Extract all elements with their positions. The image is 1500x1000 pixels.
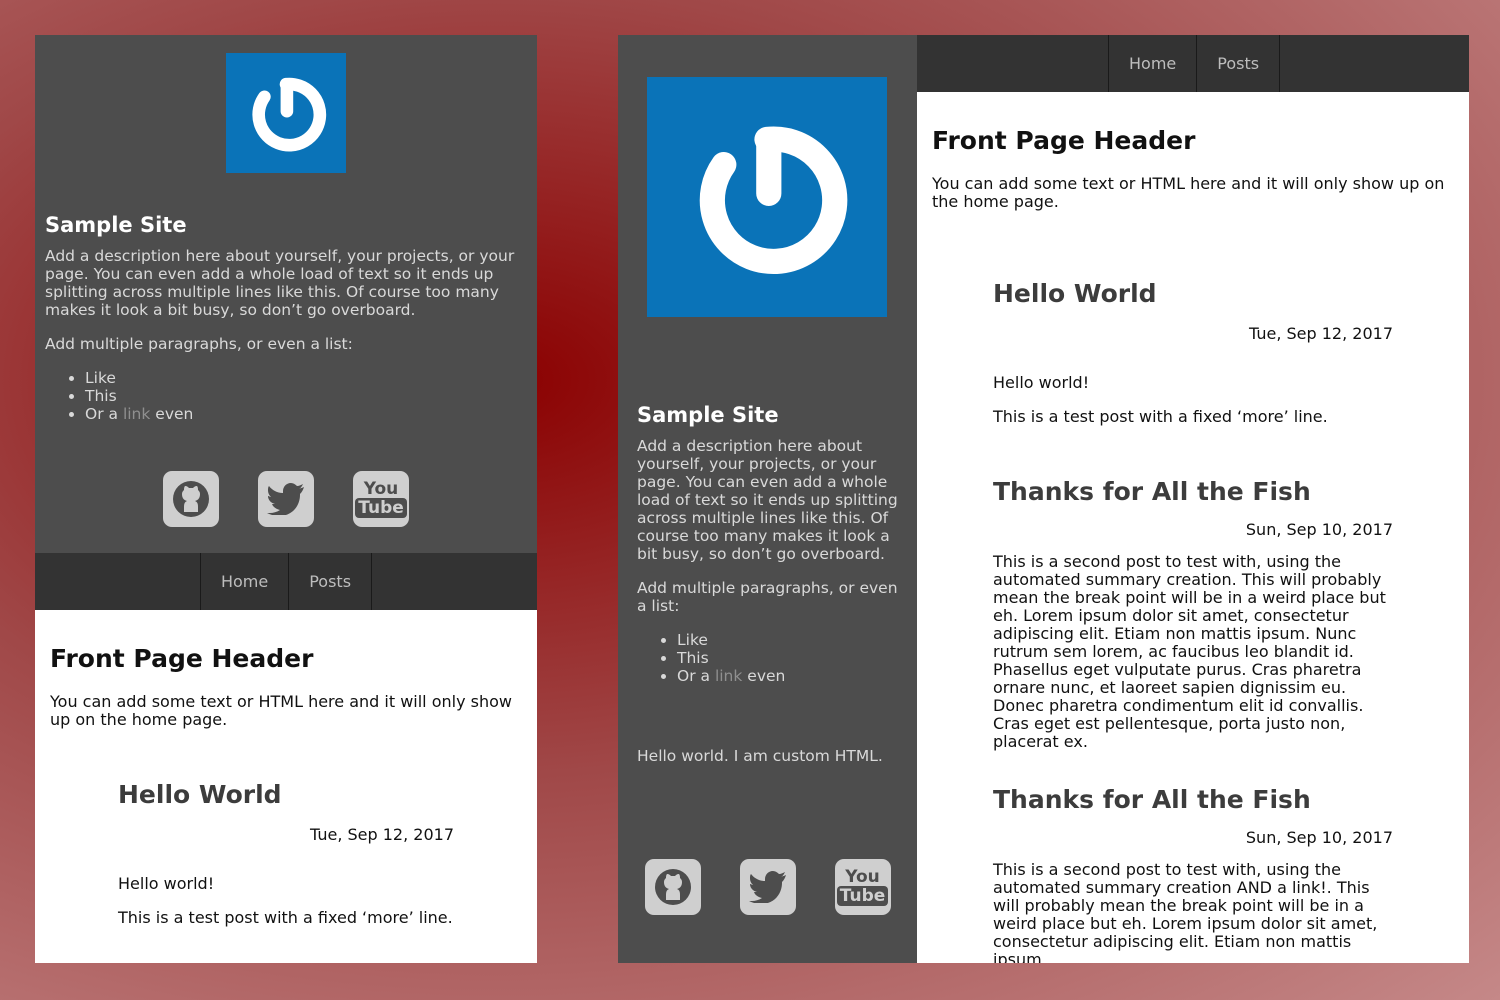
site-description: Add a description here about yourself, y… xyxy=(637,437,898,563)
power-logo-icon xyxy=(252,77,327,152)
sidebar-link[interactable]: link xyxy=(715,667,742,685)
sidebar: Sample Site Add a description here about… xyxy=(35,35,537,553)
site-title: Sample Site xyxy=(45,213,187,237)
list-item: Or a link even xyxy=(85,405,527,423)
post-paragraph: This is a test post with a fixed ‘more’ … xyxy=(118,908,453,927)
front-page-header: Front Page Header xyxy=(932,126,1196,155)
social-links: You Tube xyxy=(618,859,917,915)
twitter-icon[interactable] xyxy=(739,859,796,915)
main-content: Front Page Header You can add some text … xyxy=(917,92,1469,963)
desktop-preview: Sample Site Add a description here about… xyxy=(618,35,1469,963)
list-intro: Add multiple paragraphs, or even a list: xyxy=(45,335,353,353)
post-date: Tue, Sep 12, 2017 xyxy=(310,825,454,844)
post-date: Tue, Sep 12, 2017 xyxy=(1249,324,1393,343)
main-nav: Home Posts xyxy=(917,35,1469,92)
twitter-icon[interactable] xyxy=(258,471,314,527)
youtube-icon[interactable]: You Tube xyxy=(834,859,891,915)
post: Hello World Tue, Sep 12, 2017 Hello worl… xyxy=(50,729,522,927)
site-logo[interactable] xyxy=(226,53,346,173)
post-paragraph: This is a test post with a fixed ‘more’ … xyxy=(993,407,1328,426)
post-title[interactable]: Hello World xyxy=(118,780,454,809)
power-logo-icon xyxy=(699,126,848,275)
front-page-header: Front Page Header xyxy=(50,644,314,673)
nav-posts[interactable]: Posts xyxy=(1196,35,1281,92)
list-item: This xyxy=(85,387,527,405)
post: Thanks for All the Fish Sun, Sep 10, 201… xyxy=(932,426,1454,751)
custom-html: Hello world. I am custom HTML. xyxy=(637,747,883,765)
list-item: This xyxy=(677,649,898,667)
youtube-icon[interactable]: You Tube xyxy=(353,471,409,527)
site-logo[interactable] xyxy=(647,77,887,317)
front-page-intro: You can add some text or HTML here and i… xyxy=(932,174,1445,211)
social-links: You Tube xyxy=(35,471,537,527)
post: Thanks for All the Fish Sun, Sep 10, 201… xyxy=(932,751,1454,963)
site-description: Add a description here about yourself, y… xyxy=(45,247,515,319)
post-paragraph: This is a second post to test with, usin… xyxy=(993,552,1386,751)
sidebar: Sample Site Add a description here about… xyxy=(618,35,917,963)
nav-home[interactable]: Home xyxy=(199,553,288,610)
post-paragraph: Hello world! xyxy=(993,373,1090,392)
main-nav: Home Posts xyxy=(35,553,537,610)
mobile-preview: Sample Site Add a description here about… xyxy=(35,35,537,963)
post-title[interactable]: Hello World xyxy=(993,279,1393,308)
github-icon[interactable] xyxy=(644,859,701,915)
github-icon[interactable] xyxy=(163,471,219,527)
post-title[interactable]: Thanks for All the Fish xyxy=(993,785,1393,814)
post-date: Sun, Sep 10, 2017 xyxy=(1245,828,1393,847)
list-item: Like xyxy=(677,631,898,649)
front-page-intro: You can add some text or HTML here and i… xyxy=(50,692,512,729)
sidebar-list: Like This Or a link even xyxy=(637,631,898,685)
site-title: Sample Site xyxy=(637,403,779,427)
list-intro: Add multiple paragraphs, or even a list: xyxy=(637,579,898,615)
post: Hello World Tue, Sep 12, 2017 Hello worl… xyxy=(932,211,1454,426)
list-item: Or a link even xyxy=(677,667,898,685)
post-title[interactable]: Thanks for All the Fish xyxy=(993,477,1393,506)
main-column: Home Posts Front Page Header You can add… xyxy=(917,35,1469,963)
main-content: Front Page Header You can add some text … xyxy=(35,610,537,927)
sidebar-list: Like This Or a link even xyxy=(45,369,527,423)
post-paragraph: This is a second post to test with, usin… xyxy=(993,860,1378,964)
post-paragraph: Hello world! xyxy=(118,874,215,893)
sidebar-link[interactable]: link xyxy=(123,405,150,423)
nav-posts[interactable]: Posts xyxy=(288,553,373,610)
list-item: Like xyxy=(85,369,527,387)
post-date: Sun, Sep 10, 2017 xyxy=(1245,520,1393,539)
nav-home[interactable]: Home xyxy=(1108,35,1196,92)
